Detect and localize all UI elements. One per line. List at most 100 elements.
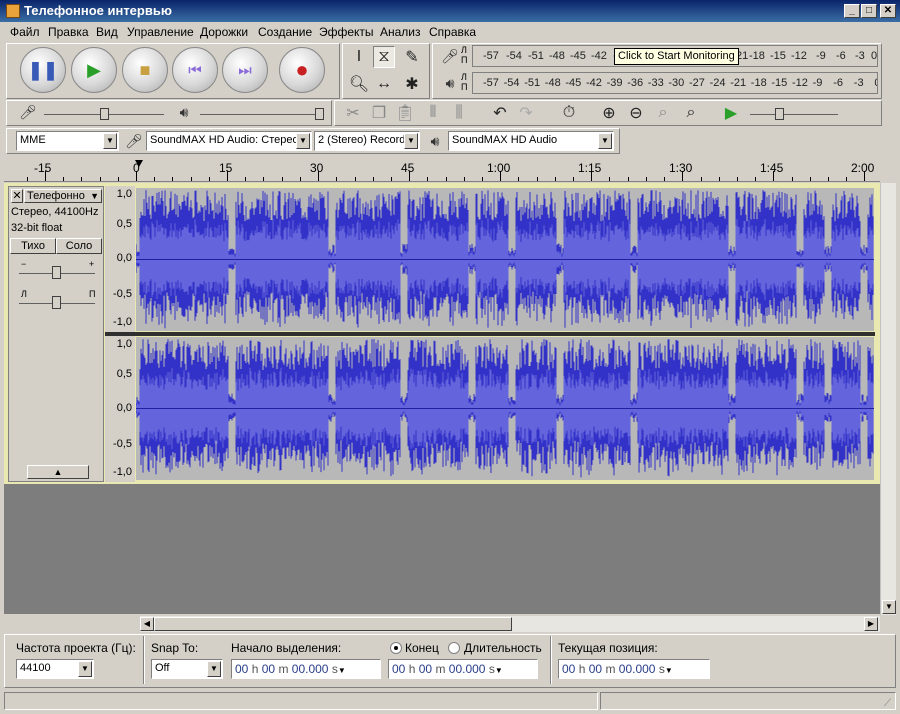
audio-position-time[interactable]: 00 h 00 m 00.000 s▼ xyxy=(558,659,710,679)
pause-button[interactable]: ❚❚ xyxy=(20,47,66,93)
zoom-out-icon[interactable]: ⊖ xyxy=(625,102,647,124)
playback-meter[interactable]: -57 -54 -51 -48 -45 -42 -39 -36 -33 -30 -27 -24 -21-… xyxy=(472,72,878,94)
skip-start-button[interactable]: ⏮ xyxy=(172,47,218,93)
waveform-channel-1[interactable] xyxy=(136,188,874,331)
multi-tool-icon[interactable]: ✱ xyxy=(401,73,423,95)
play-at-speed-icon[interactable]: ▶ xyxy=(720,102,742,124)
menu-analyze[interactable]: Анализ xyxy=(380,25,421,39)
track-name-menu[interactable]: Телефонно ▼ xyxy=(24,189,102,203)
chevron-down-icon: ▼ xyxy=(296,133,310,149)
empty-track-area[interactable] xyxy=(4,484,880,614)
meter-right-label: П xyxy=(461,55,468,65)
input-channels-value: 2 (Stereo) Record xyxy=(318,134,406,146)
meter-tick: -42 xyxy=(586,77,602,89)
scroll-right-icon[interactable]: ▶ xyxy=(864,617,878,631)
pan-slider-thumb[interactable] xyxy=(52,296,61,309)
input-device-select[interactable]: SoundMAX HD Audio: Стерео ▼ xyxy=(146,131,312,151)
menu-file[interactable]: Файл xyxy=(10,25,40,39)
audio-host-select[interactable]: MME ▼ xyxy=(16,131,119,151)
input-volume-thumb[interactable] xyxy=(100,108,109,120)
scale-label: 0,0 xyxy=(116,402,132,414)
envelope-tool-icon[interactable]: ⧖ xyxy=(373,46,395,68)
undo-icon[interactable]: ↶ xyxy=(489,102,511,124)
gain-slider-thumb[interactable] xyxy=(52,266,61,279)
menu-transport[interactable]: Управление xyxy=(127,25,194,39)
scroll-left-icon[interactable]: ◀ xyxy=(140,617,154,631)
sync-lock-icon[interactable]: ⏱ xyxy=(558,102,580,124)
output-volume-thumb[interactable] xyxy=(315,108,324,120)
ruler-tick xyxy=(390,177,392,181)
redo-icon[interactable]: ↷ xyxy=(515,102,537,124)
play-meter-speaker-icon[interactable]: 🔊︎ xyxy=(440,72,460,94)
output-volume-slider[interactable] xyxy=(200,114,322,115)
selection-start-time[interactable]: 00 h 00 m 00.000 s▼ xyxy=(231,659,381,679)
zoom-in-icon[interactable]: ⊕ xyxy=(598,102,620,124)
paste-icon[interactable]: 📋︎ xyxy=(394,102,416,124)
trim-icon[interactable]: ⫴ xyxy=(422,102,444,124)
fit-selection-icon[interactable]: ⌕ xyxy=(652,102,674,124)
fit-project-icon[interactable]: ⌕ xyxy=(680,102,702,124)
channel-divider xyxy=(105,332,875,336)
output-volume-speaker-icon: 🔊︎ xyxy=(179,103,189,120)
track-close-button[interactable]: ✕ xyxy=(11,189,23,203)
zoom-tool-icon[interactable]: 🔍︎ xyxy=(348,73,370,95)
length-radio[interactable] xyxy=(448,642,460,654)
collapse-track-button[interactable]: ▲ xyxy=(27,465,89,479)
selection-tool-icon[interactable]: I xyxy=(348,46,370,68)
project-rate-select[interactable]: 44100 ▼ xyxy=(16,659,94,679)
play-icon: ▶ xyxy=(87,59,101,80)
close-button[interactable]: ✕ xyxy=(880,4,896,18)
ruler-label: 15 xyxy=(219,161,233,175)
copy-icon[interactable]: ❐ xyxy=(368,102,390,124)
record-button[interactable]: ● xyxy=(279,47,325,93)
snap-to-label: Snap To: xyxy=(151,641,199,655)
minimize-button[interactable]: _ xyxy=(844,4,860,18)
scroll-down-icon[interactable]: ▼ xyxy=(882,600,896,614)
skip-end-button[interactable]: ⏭ xyxy=(222,47,268,93)
meter-tick: -12 xyxy=(791,50,807,62)
stop-button[interactable]: ■ xyxy=(122,47,168,93)
timeline-ruler[interactable]: -15 0 15 30 45 1:00 1:15 1:30 1:45 2:00 xyxy=(4,156,880,182)
skip-end-icon: ⏭ xyxy=(238,61,252,79)
waveform-channel-2[interactable] xyxy=(136,337,874,480)
output-device-speaker-icon: 🔊︎ xyxy=(430,132,440,149)
play-button[interactable]: ▶ xyxy=(71,47,117,93)
horizontal-scroll-thumb[interactable] xyxy=(154,617,512,631)
play-speed-slider[interactable] xyxy=(750,114,838,115)
ruler-tick xyxy=(99,177,101,181)
menu-tracks[interactable]: Дорожки xyxy=(200,25,248,39)
draw-tool-icon[interactable]: ✎ xyxy=(401,46,423,68)
ruler-tick xyxy=(718,177,720,181)
timeshift-tool-icon[interactable]: ↔ xyxy=(373,73,395,95)
cut-icon[interactable]: ✂ xyxy=(342,102,364,124)
menu-effects[interactable]: Эффекты xyxy=(319,25,374,39)
meter-tick: -15 xyxy=(771,77,788,89)
meter-left-label: Л xyxy=(461,72,467,82)
ruler-tick xyxy=(645,177,647,181)
snap-to-select[interactable]: Off ▼ xyxy=(151,659,223,679)
solo-button[interactable]: Соло xyxy=(56,238,102,254)
mute-button[interactable]: Тихо xyxy=(10,238,56,254)
menu-generate[interactable]: Создание xyxy=(258,25,312,39)
horizontal-scrollbar[interactable]: ◀ ▶ xyxy=(140,616,880,632)
menu-view[interactable]: Вид xyxy=(96,25,118,39)
input-channels-select[interactable]: 2 (Stereo) Record ▼ xyxy=(314,131,420,151)
ruler-tick xyxy=(500,171,502,181)
title-bar[interactable]: Телефонное интервью _ □ ✕ xyxy=(0,0,900,22)
record-meter-mic-icon[interactable]: 🎤︎ xyxy=(440,45,460,67)
maximize-button[interactable]: □ xyxy=(861,4,877,18)
ruler-tick xyxy=(81,177,83,181)
playhead-marker-icon[interactable] xyxy=(135,160,143,167)
meter-tick: -9 xyxy=(816,50,826,62)
play-speed-thumb[interactable] xyxy=(775,108,784,120)
silence-icon[interactable]: ⫼ xyxy=(448,102,470,124)
meter-tick: -51 xyxy=(524,77,541,89)
vertical-scrollbar[interactable]: ▼ xyxy=(880,183,896,615)
resize-grip-icon[interactable]: ⟋ xyxy=(884,698,891,709)
output-device-select[interactable]: SoundMAX HD Audio ▼ xyxy=(448,131,614,151)
selection-end-time[interactable]: 00 h 00 m 00.000 s▼ xyxy=(388,659,538,679)
end-radio[interactable] xyxy=(390,642,402,654)
menu-edit[interactable]: Правка xyxy=(48,25,89,39)
ruler-tick xyxy=(445,177,447,181)
menu-help[interactable]: Справка xyxy=(429,25,476,39)
